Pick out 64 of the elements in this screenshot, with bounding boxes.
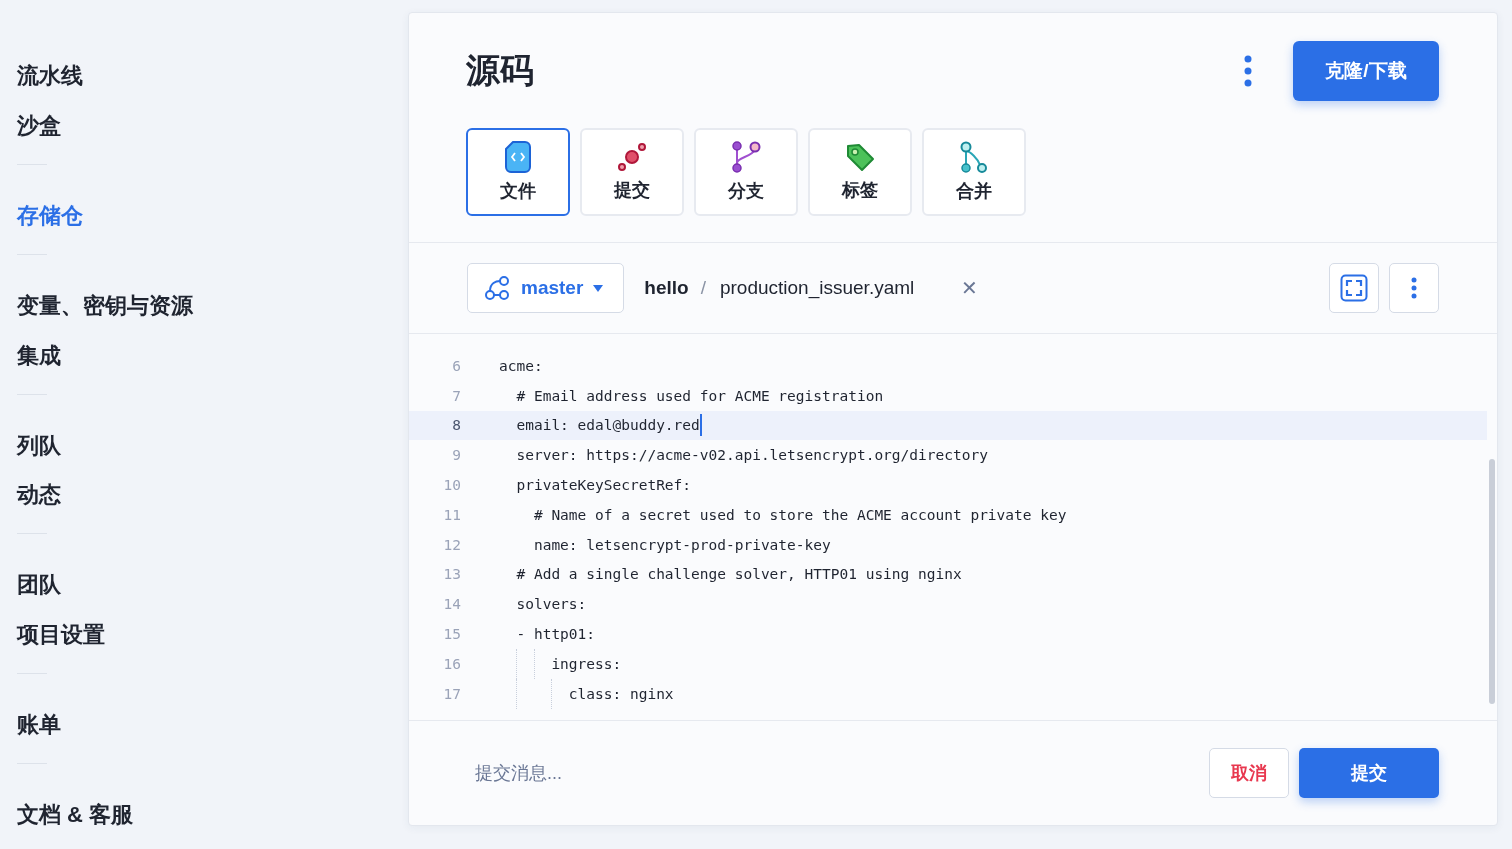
source-tab[interactable]: 合并 — [922, 128, 1026, 216]
line-number: 16 — [442, 655, 461, 672]
branch-dropdown[interactable]: master — [467, 263, 625, 313]
line-number: 8 — [451, 417, 461, 434]
code-line: server: https://acme-v02.api.letsencrypt.org/directory — [515, 447, 988, 464]
page-title: 源码 — [466, 50, 534, 91]
merge-icon — [959, 141, 989, 173]
source-tab[interactable]: 文件 — [466, 128, 570, 216]
code-line: acme: — [499, 357, 543, 374]
close-button[interactable]: ✕ — [954, 275, 984, 301]
commit-dots-icon — [617, 142, 647, 172]
cancel-button[interactable]: 取消 — [1209, 748, 1289, 798]
fullscreen-button[interactable] — [1329, 263, 1379, 313]
branch-icon — [485, 276, 511, 300]
commit-button[interactable]: 提交 — [1299, 748, 1439, 798]
line-number: 7 — [451, 387, 461, 404]
line-number: 10 — [442, 477, 461, 494]
line-number: 12 — [442, 536, 461, 553]
path-separator: / — [700, 277, 706, 299]
sidebar-item[interactable]: 列队 — [17, 429, 61, 480]
code-line: # Name of a secret used to store the ACME account private key — [532, 506, 1067, 523]
code-line: - http01: — [515, 626, 596, 643]
branch-icon — [731, 141, 761, 173]
code-line: solvers: — [515, 596, 587, 613]
more-icon — [1411, 277, 1417, 299]
scrollbar[interactable] — [1489, 459, 1495, 704]
commit-message-field[interactable]: 提交消息... — [473, 761, 1199, 785]
source-tab[interactable]: 标签 — [808, 128, 912, 216]
source-tab[interactable]: 提交 — [580, 128, 684, 216]
code-line: privateKeySecretRef: — [515, 477, 692, 494]
more-button[interactable] — [1389, 263, 1439, 313]
sidebar-item[interactable]: 变量、密钥与资源 — [17, 289, 193, 340]
code-line: name: letsencrypt-prod-private-key — [532, 536, 831, 553]
caret-icon — [593, 284, 604, 292]
sidebar-item[interactable]: 账单 — [17, 709, 61, 760]
code-line: # Email address used for ACME registration — [515, 387, 884, 404]
line-number: 11 — [442, 506, 461, 523]
sidebar-item[interactable]: 文档 & 客服 — [17, 799, 134, 849]
sidebar-item[interactable]: 动态 — [17, 479, 61, 530]
sidebar-item[interactable]: 项目设置 — [17, 619, 105, 670]
folder-name[interactable]: hello — [644, 277, 689, 299]
fullscreen-icon — [1340, 274, 1368, 302]
line-number: 14 — [442, 596, 461, 613]
more-icon[interactable] — [1243, 55, 1253, 87]
clone-download-button[interactable]: 克隆/下载 — [1293, 41, 1439, 101]
sidebar-item[interactable]: 集成 — [17, 339, 61, 390]
sidebar-item[interactable]: 存储仓 — [17, 199, 83, 250]
code-line: class: nginx — [567, 685, 674, 702]
line-number: 6 — [451, 357, 461, 374]
code-line: email: edal@buddy.red — [515, 417, 700, 434]
sidebar-item[interactable]: 沙盒 — [17, 109, 61, 160]
sidebar-item[interactable]: 团队 — [17, 569, 61, 620]
line-number: 15 — [442, 626, 461, 643]
sidebar-item[interactable]: 流水线 — [17, 60, 83, 110]
code-line: ingress: — [550, 655, 622, 672]
file-name-field[interactable]: production_issuer.yaml — [719, 277, 945, 299]
line-number: 9 — [451, 447, 461, 464]
line-number: 13 — [442, 566, 461, 583]
source-tab[interactable]: 分支 — [694, 128, 798, 216]
file-code-icon — [505, 141, 531, 173]
code-line: # Add a single challenge solver, HTTP01 using nginx — [515, 566, 962, 583]
line-number: 17 — [442, 685, 461, 702]
tag-icon — [845, 142, 875, 172]
text-cursor — [699, 414, 702, 437]
